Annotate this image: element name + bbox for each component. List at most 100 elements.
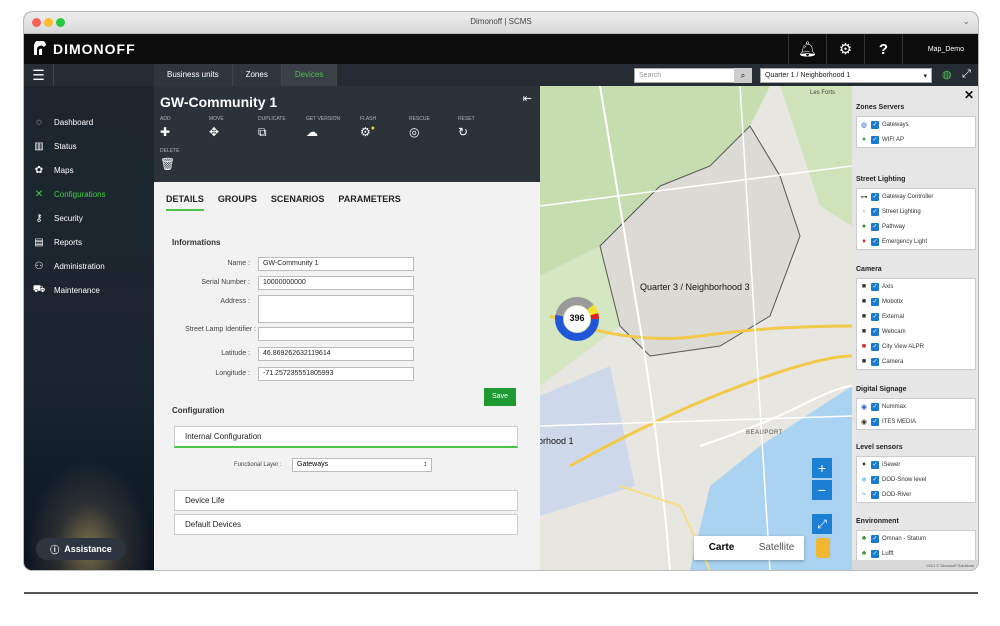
layer-label: DOD-River: [882, 491, 912, 498]
get-version-button[interactable]: GET VERSION ☁: [306, 116, 346, 139]
internal-configuration-section[interactable]: Internal Configuration: [174, 426, 518, 448]
chevron-down-icon: ▾: [923, 73, 927, 80]
street-lamp-field[interactable]: [258, 327, 414, 341]
save-button[interactable]: Save: [484, 388, 516, 406]
close-icon[interactable]: ✕: [964, 88, 974, 102]
tab-devices[interactable]: Devices: [281, 64, 338, 86]
sidebar-item-reports[interactable]: ▤ Reports: [24, 232, 154, 252]
move-button[interactable]: MOVE ✥: [209, 116, 249, 139]
address-field[interactable]: [258, 295, 414, 323]
checkbox[interactable]: ✓: [871, 120, 879, 129]
help-icon[interactable]: ?: [864, 34, 902, 64]
latitude-field[interactable]: 46.869262632119614: [258, 347, 414, 361]
checkbox[interactable]: ✓: [871, 192, 879, 201]
layer-row[interactable]: ■ ✓ Camera: [857, 354, 975, 369]
tab-business-units[interactable]: Business units: [154, 64, 233, 86]
default-devices-section[interactable]: Default Devices: [174, 514, 518, 535]
layer-row[interactable]: ● ✓ WIFI AP: [857, 132, 975, 147]
tab-groups[interactable]: GROUPS: [218, 194, 257, 211]
assistance-button[interactable]: ⓘ Assistance: [36, 538, 126, 560]
layer-row[interactable]: ■ ✓ Axis: [857, 279, 975, 294]
checkbox[interactable]: ✓: [871, 490, 879, 499]
checkbox[interactable]: ✓: [871, 222, 879, 231]
layer-row[interactable]: ♦ ✓ iSewer: [857, 457, 975, 472]
sidebar-item-configurations[interactable]: ✕ Configurations: [24, 184, 154, 204]
gear-icon[interactable]: ⚙: [826, 34, 864, 64]
copyright: 2021 © Dimonoff Solutions: [852, 560, 978, 570]
bell-icon[interactable]: 🔔︎: [788, 34, 826, 64]
checkbox[interactable]: ✓: [871, 549, 879, 558]
map-type-carte[interactable]: Carte: [694, 536, 749, 560]
layer-row[interactable]: ♣ ✓ Omnan - Statum: [857, 531, 975, 546]
checkbox[interactable]: ✓: [871, 402, 879, 411]
checkbox[interactable]: ✓: [871, 475, 879, 484]
layer-row[interactable]: ♦ ✓ Emergency Light: [857, 234, 975, 249]
checkbox[interactable]: ✓: [871, 342, 879, 351]
tab-zones[interactable]: Zones: [232, 64, 282, 86]
map-view[interactable]: Les Forts Quarter 3 / Neighborhood 3 orh…: [540, 86, 852, 570]
layer-row[interactable]: ■ ✓ Mobotix: [857, 294, 975, 309]
tab-details[interactable]: DETAILS: [166, 194, 204, 211]
layer-row[interactable]: ■ ✓ City View ALPR: [857, 339, 975, 354]
checkbox[interactable]: ✓: [871, 327, 879, 336]
user-name[interactable]: Map_Demo: [928, 46, 964, 53]
checkbox[interactable]: ✓: [871, 237, 879, 246]
search-icon[interactable]: ⌕: [734, 68, 752, 83]
checkbox[interactable]: ✓: [871, 297, 879, 306]
layer-row[interactable]: ❄ ✓ DOD-Snow level: [857, 472, 975, 487]
checkbox[interactable]: ✓: [871, 460, 879, 469]
layer-row[interactable]: ◉ ✓ ITES MEDIA: [857, 414, 975, 429]
tab-scenarios[interactable]: SCENARIOS: [271, 194, 325, 211]
layer-row[interactable]: ■ ✓ Webcam: [857, 324, 975, 339]
checkbox[interactable]: ✓: [871, 312, 879, 321]
functional-layer-select[interactable]: Gateways ↕: [292, 458, 432, 472]
reset-button[interactable]: RESET ↻: [458, 116, 498, 139]
delete-button[interactable]: DELETE 🗑︎: [160, 148, 200, 171]
zoom-out-button[interactable]: −: [812, 480, 832, 500]
device-life-section[interactable]: Device Life: [174, 490, 518, 511]
tab-parameters[interactable]: PARAMETERS: [338, 194, 400, 211]
device-cluster[interactable]: 396: [554, 296, 600, 342]
hamburger-menu-icon[interactable]: ☰: [24, 64, 54, 86]
layer-row[interactable]: ◍ ✓ Gateways: [857, 117, 975, 132]
checkbox[interactable]: ✓: [871, 207, 879, 216]
duplicate-button[interactable]: DUPLICATE ⧉: [258, 116, 298, 140]
layer-label: iSewer: [882, 461, 901, 468]
collapse-panel-icon[interactable]: ⇤: [523, 92, 532, 105]
sidebar-item-administration[interactable]: ⚇ Administration: [24, 256, 154, 276]
serial-number-field[interactable]: 10000000000: [258, 276, 414, 290]
layer-group-camera: ■ ✓ Axis ■ ✓ Mobotix ■ ✓ External ■ ✓ Webcam ■ ✓ C…: [856, 278, 976, 370]
rescue-button[interactable]: RESCUE ◎: [409, 116, 449, 139]
longitude-field[interactable]: -71.257235551805993: [258, 367, 414, 381]
fullscreen-button[interactable]: ⤢: [812, 514, 832, 534]
sidebar-item-security[interactable]: ⚷ Security: [24, 208, 154, 228]
sidebar-item-status[interactable]: ▥ Status: [24, 136, 154, 156]
layer-label: Mobotix: [882, 298, 904, 305]
add-button[interactable]: ADD ✚: [160, 116, 200, 139]
checkbox[interactable]: ✓: [871, 282, 879, 291]
layer-row[interactable]: ■ ✓ External: [857, 309, 975, 324]
layers-icon[interactable]: ◍: [942, 68, 952, 81]
sidebar-item-dashboard[interactable]: ◌ Dashboard: [24, 112, 154, 132]
sidebar-item-maintenance[interactable]: ⛟ Maintenance: [24, 280, 154, 300]
sidebar-item-maps[interactable]: ✿ Maps: [24, 160, 154, 180]
name-field[interactable]: GW-Community 1: [258, 257, 414, 271]
zone-select[interactable]: Quarter 1 / Neighborhood 1 ▾: [760, 68, 932, 83]
expand-icon[interactable]: ⤢: [962, 68, 971, 81]
checkbox[interactable]: ✓: [871, 417, 879, 426]
layer-row[interactable]: ⊶ ✓ Gateway Controller: [857, 189, 975, 204]
layer-row[interactable]: ● ✓ Pathway: [857, 219, 975, 234]
pegman-icon[interactable]: [816, 538, 830, 558]
checkbox[interactable]: ✓: [871, 534, 879, 543]
layer-row[interactable]: ≈ ✓ DOD-River: [857, 487, 975, 502]
layer-row[interactable]: ♁ ✓ Street Lighting: [857, 204, 975, 219]
checkbox[interactable]: ✓: [871, 357, 879, 366]
map-type-satellite[interactable]: Satellite: [749, 536, 804, 560]
flash-button[interactable]: FLASH ⚙●: [360, 116, 400, 139]
layer-row[interactable]: ◉ ✓ Nummax: [857, 399, 975, 414]
layer-group-title: Digital Signage: [856, 386, 907, 393]
checkbox[interactable]: ✓: [871, 135, 879, 144]
layer-row[interactable]: ♣ ✓ Lufft: [857, 546, 975, 561]
chevron-down-icon[interactable]: ⌄: [962, 16, 970, 27]
zoom-in-button[interactable]: +: [812, 458, 832, 478]
